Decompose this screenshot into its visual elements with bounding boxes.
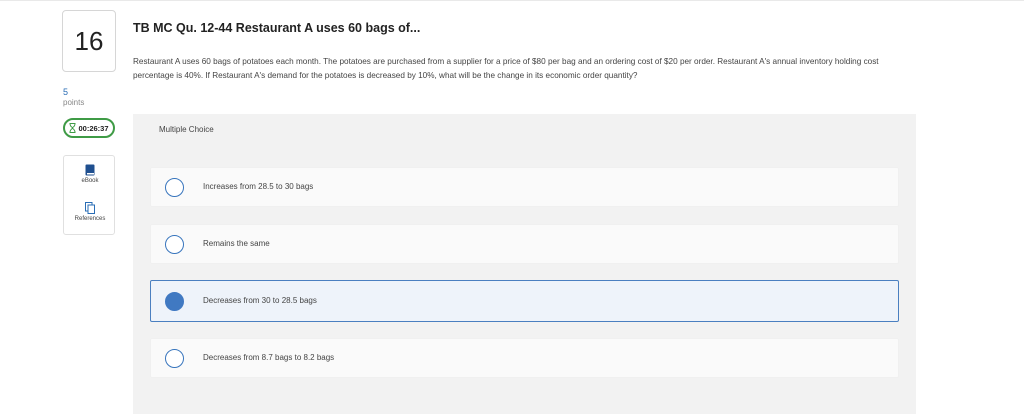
ebook-button[interactable]: eBook (64, 164, 116, 184)
choice-option[interactable]: Remains the same (150, 224, 899, 264)
points-label: points (63, 98, 85, 107)
radio-button[interactable] (165, 178, 184, 197)
choice-option[interactable]: Increases from 28.5 to 30 bags (150, 167, 899, 207)
question-text: Restaurant A uses 60 bags of potatoes ea… (133, 57, 879, 80)
points-value: 5 (63, 87, 69, 97)
references-button[interactable]: References (64, 202, 116, 222)
ebook-label: eBook (81, 178, 99, 184)
hourglass-icon (69, 123, 76, 133)
choice-text: Decreases from 8.7 bags to 8.2 bags (203, 353, 335, 362)
question-type-label: Multiple Choice (159, 125, 214, 134)
copy-icon (64, 202, 116, 214)
choice-option-selected[interactable]: Decreases from 30 to 28.5 bags (150, 280, 899, 322)
top-divider (0, 0, 1024, 1)
radio-button-selected[interactable] (165, 292, 184, 311)
radio-button[interactable] (165, 235, 184, 254)
tools-panel: eBook References (63, 155, 115, 235)
choice-text: Remains the same (203, 239, 270, 248)
book-icon (64, 164, 116, 176)
choices-panel: Multiple Choice Increases from 28.5 to 3… (133, 114, 916, 414)
question-title: TB MC Qu. 12-44 Restaurant A uses 60 bag… (133, 21, 421, 35)
timer-value: 00:26:37 (78, 123, 109, 133)
references-label: References (74, 216, 106, 222)
timer-badge[interactable]: 00:26:37 (63, 118, 115, 138)
radio-button[interactable] (165, 349, 184, 368)
choice-option[interactable]: Decreases from 8.7 bags to 8.2 bags (150, 338, 899, 378)
question-number: 16 (62, 10, 116, 72)
choice-text: Decreases from 30 to 28.5 bags (203, 296, 317, 305)
choice-text: Increases from 28.5 to 30 bags (203, 182, 314, 191)
